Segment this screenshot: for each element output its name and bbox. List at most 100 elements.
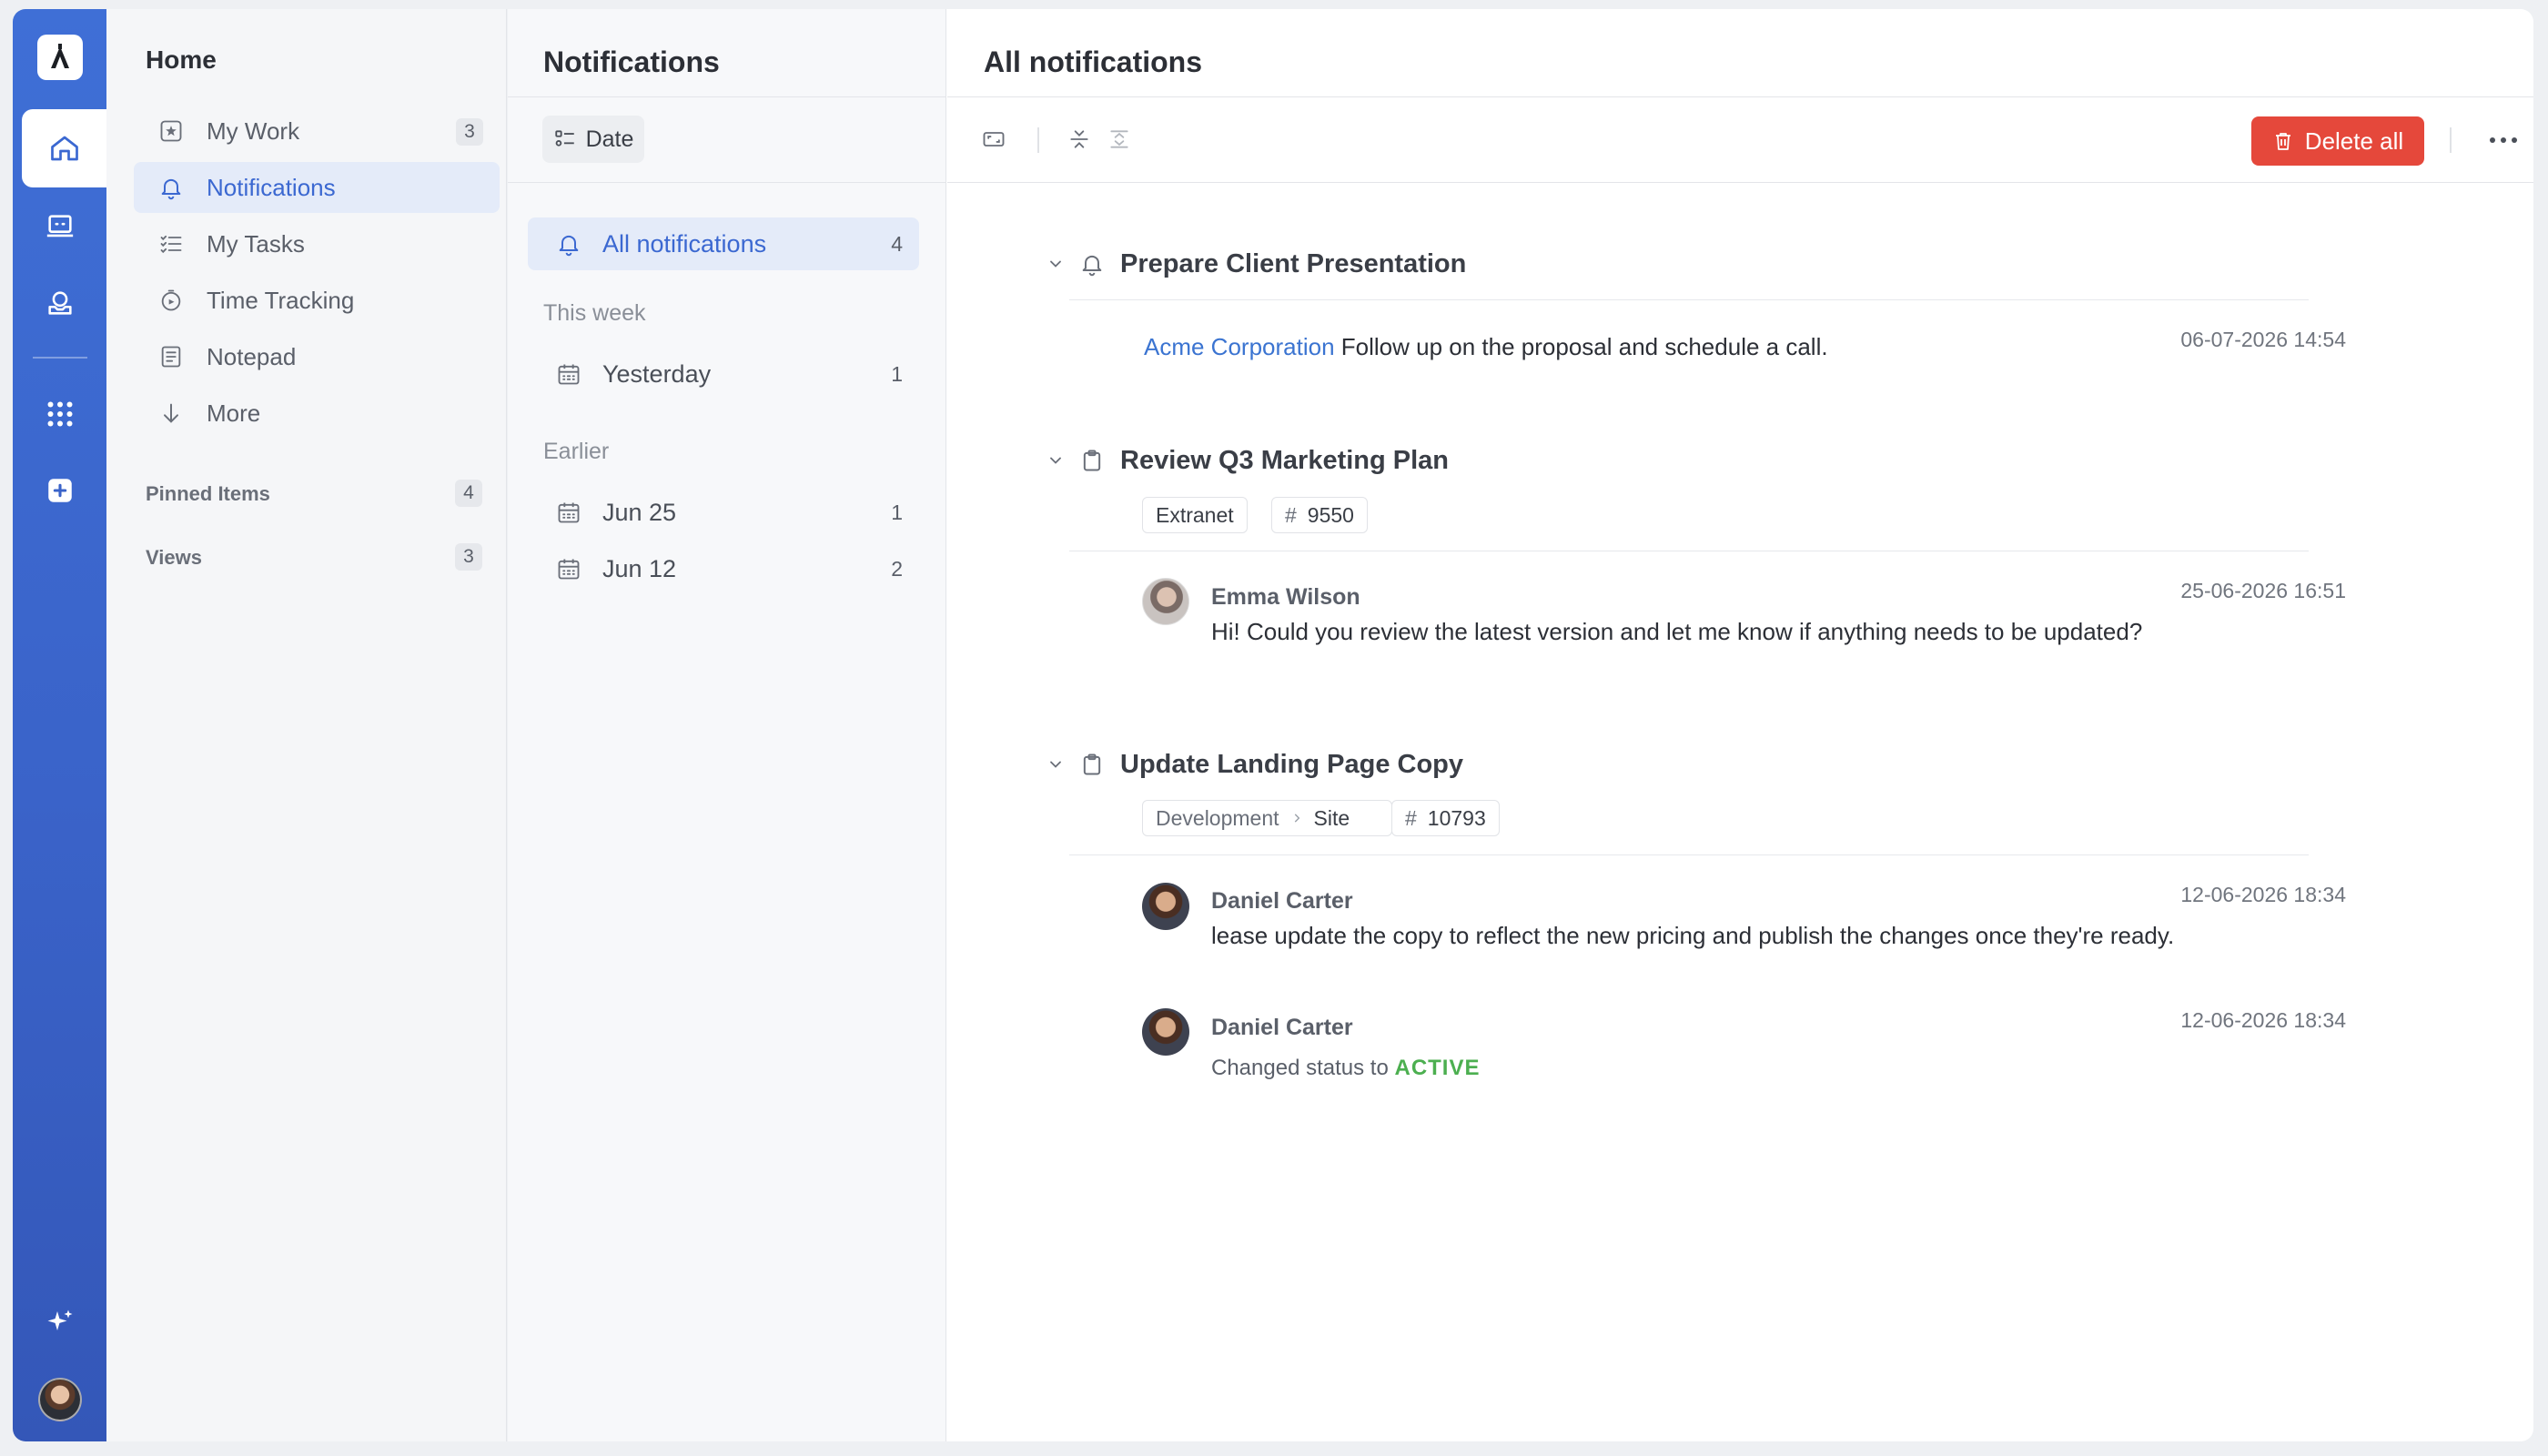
section-heading-this-week: This week — [543, 300, 646, 326]
sparkle-icon — [47, 1309, 73, 1330]
bell-icon — [1078, 250, 1106, 278]
expand-view-button[interactable] — [978, 124, 1009, 155]
filter-count: 1 — [891, 362, 903, 386]
filter-jun-25[interactable]: Jun 25 1 — [528, 486, 919, 539]
filter-label: Yesterday — [602, 359, 712, 388]
group-by-label: Date — [585, 126, 634, 152]
task-id-tag[interactable]: # 9550 — [1271, 497, 1368, 533]
notification-group-header[interactable]: Review Q3 Marketing Plan — [1044, 440, 2318, 480]
laptop-icon — [46, 215, 74, 238]
notification-timestamp: 06-07-2026 14:54 — [2180, 328, 2346, 351]
notification-entry[interactable]: Acme Corporation Follow up on the propos… — [1144, 333, 1828, 361]
filter-yesterday[interactable]: Yesterday 1 — [528, 348, 919, 400]
sidebar-item-label: Time Tracking — [207, 286, 355, 314]
sidebar-section-views[interactable]: Views 3 — [146, 539, 482, 575]
breadcrumb-tag[interactable]: Development Site — [1142, 800, 1393, 836]
project-tag-label: Extranet — [1156, 502, 1234, 527]
avatar[interactable] — [1142, 883, 1189, 930]
filter-count: 1 — [891, 500, 903, 524]
toolbar-separator — [2450, 127, 2452, 153]
chevron-right-icon — [1294, 814, 1299, 823]
sidebar-item-label: My Work — [207, 116, 300, 145]
more-horizontal-icon — [2490, 137, 2517, 143]
notification-filters: Notifications Date All notifications 4 T… — [508, 9, 946, 1441]
sidebar-item-label: My Tasks — [207, 229, 305, 258]
comment-author[interactable]: Emma Wilson — [1211, 584, 1360, 611]
notification-group-title: Update Landing Page Copy — [1120, 749, 1464, 779]
collapse-all-button[interactable] — [1064, 124, 1095, 155]
sidebar-item-time-tracking[interactable]: Time Tracking — [134, 275, 500, 326]
sidebar-item-my-tasks[interactable]: My Tasks — [134, 218, 500, 269]
task-id-tag[interactable]: # 10793 — [1391, 800, 1500, 836]
arrow-down-icon — [157, 399, 185, 427]
notification-group-title: Prepare Client Presentation — [1120, 248, 1467, 278]
filter-label: Jun 12 — [602, 554, 677, 582]
app-rail — [13, 9, 106, 1441]
more-options-button[interactable] — [2485, 126, 2522, 155]
notification-group-header[interactable]: Update Landing Page Copy — [1044, 744, 2318, 784]
calendar-icon — [555, 499, 582, 526]
trash-icon — [2275, 133, 2290, 150]
notification-group-title: Review Q3 Marketing Plan — [1120, 445, 1450, 475]
avatar[interactable] — [1142, 578, 1189, 625]
rail-separator — [33, 357, 87, 359]
filter-count: 2 — [891, 557, 903, 581]
comment-text: lease update the copy to reflect the new… — [1211, 922, 2175, 949]
filter-all-notifications[interactable]: All notifications 4 — [528, 217, 919, 270]
sidebar-item-notifications[interactable]: Notifications — [134, 162, 500, 213]
expand-icon — [983, 132, 1005, 147]
notification-text: Follow up on the proposal and schedule a… — [1340, 333, 1828, 360]
notification-timestamp: 12-06-2026 18:34 — [2180, 1008, 2346, 1032]
expand-all-button[interactable] — [1104, 124, 1135, 155]
clipboard-icon — [1078, 751, 1106, 778]
notification-timestamp: 25-06-2026 16:51 — [2180, 579, 2346, 602]
comment-author[interactable]: Daniel Carter — [1211, 1015, 1353, 1041]
rail-apps-button[interactable] — [41, 395, 79, 433]
sidebar-item-notepad[interactable]: Notepad — [134, 331, 500, 382]
home-sidebar: Home My Work 3 Notifications My Tasks Ti… — [106, 9, 507, 1441]
filter-label: All notifications — [602, 229, 767, 258]
company-link[interactable]: Acme Corporation — [1144, 333, 1335, 360]
delete-all-button[interactable]: Delete all — [2251, 116, 2424, 166]
checklist-icon — [157, 230, 185, 258]
comment-author[interactable]: Daniel Carter — [1211, 888, 1353, 915]
sidebar-item-label: Notepad — [207, 342, 297, 370]
rail-workspace-button[interactable] — [41, 207, 79, 246]
sidebar-item-label: Notifications — [207, 173, 336, 201]
divider — [508, 96, 946, 97]
sidebar-item-label: More — [207, 399, 261, 427]
chevron-down-icon[interactable] — [1044, 252, 1067, 276]
project-tag[interactable]: Extranet — [1142, 497, 1248, 533]
hash-icon: # — [1285, 502, 1297, 527]
count-badge: 4 — [455, 480, 482, 507]
avatar[interactable] — [1142, 1008, 1189, 1056]
sidebar-section-pinned-items[interactable]: Pinned Items 4 — [146, 475, 482, 511]
status-change: Changed status to ACTIVE — [1211, 1056, 1481, 1081]
hash-icon: # — [1405, 805, 1417, 830]
count-badge: 3 — [455, 543, 482, 571]
breadcrumb-parent: Development — [1156, 805, 1279, 830]
bell-icon — [555, 230, 582, 258]
group-by-date-button[interactable]: Date — [542, 116, 644, 163]
user-avatar[interactable] — [38, 1378, 82, 1421]
task-id-label: 9550 — [1307, 502, 1354, 527]
rail-ai-button[interactable] — [41, 1303, 79, 1341]
home-icon — [50, 136, 78, 161]
list-group-icon — [554, 130, 574, 147]
calendar-icon — [555, 555, 582, 582]
notification-timestamp: 12-06-2026 18:34 — [2180, 883, 2346, 906]
sidebar-item-more[interactable]: More — [134, 388, 500, 439]
filter-jun-12[interactable]: Jun 12 2 — [528, 542, 919, 595]
chevron-down-icon[interactable] — [1044, 753, 1067, 776]
app-logo[interactable] — [37, 35, 83, 80]
status-badge: ACTIVE — [1394, 1056, 1481, 1080]
rail-home-button[interactable] — [22, 109, 106, 187]
rail-add-button[interactable] — [41, 471, 79, 510]
expand-all-icon — [1110, 130, 1128, 148]
sidebar-item-my-work[interactable]: My Work 3 — [134, 106, 500, 157]
rail-inbox-button[interactable] — [41, 284, 79, 322]
calendar-icon — [555, 360, 582, 388]
notification-group-header[interactable]: Prepare Client Presentation — [1044, 244, 2318, 284]
delete-all-label: Delete all — [2304, 126, 2404, 155]
chevron-down-icon[interactable] — [1044, 449, 1067, 472]
